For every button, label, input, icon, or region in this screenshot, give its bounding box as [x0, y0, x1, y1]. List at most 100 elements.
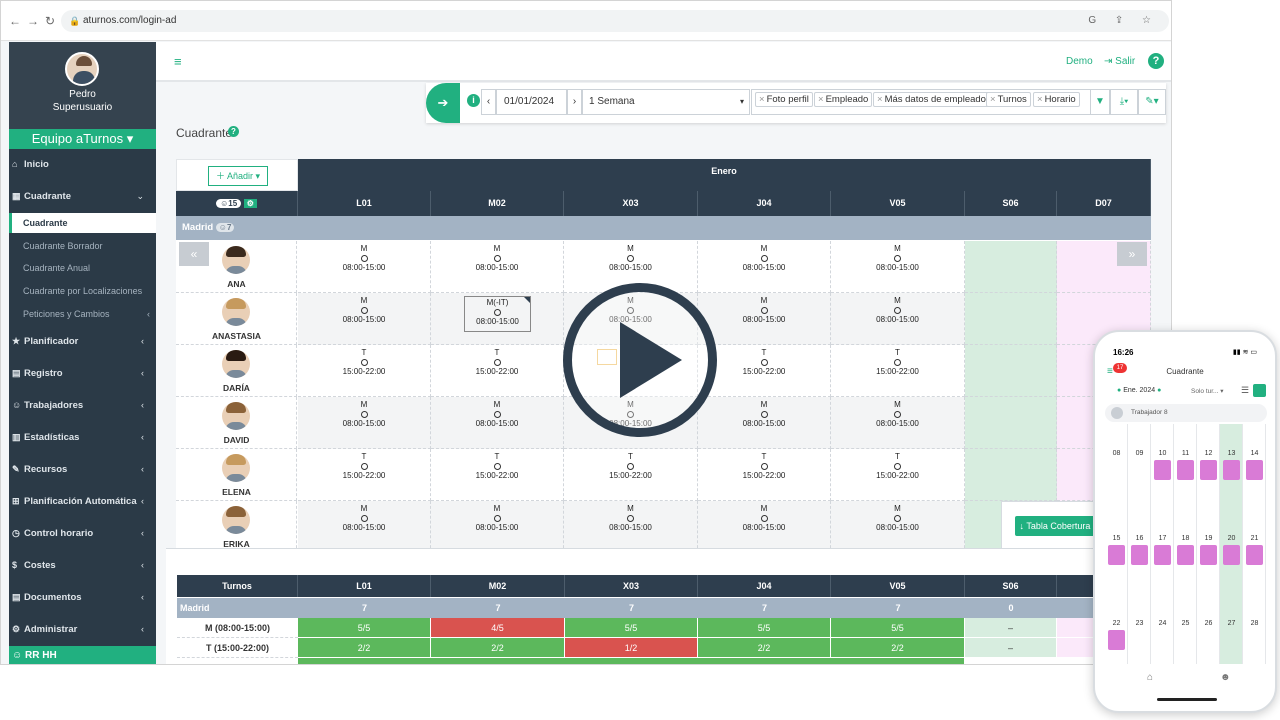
date-input[interactable]: 01/01/2024 — [496, 89, 567, 115]
coverage-cell[interactable]: 4/5 — [431, 618, 565, 638]
calendar-day[interactable]: 13 — [1220, 450, 1243, 457]
tag-foto-perfil[interactable]: × Foto perfil — [755, 92, 813, 107]
employee-cell[interactable]: ANASTASIA — [176, 293, 297, 345]
shift-cell[interactable]: T 15:00-22:00 — [298, 449, 431, 501]
add-button[interactable]: ＋ Añadir ▾ — [208, 166, 268, 186]
edit-button[interactable]: ✎▾ — [1138, 89, 1166, 115]
close-icon[interactable]: × — [877, 94, 883, 105]
shift-cell[interactable]: T 15:00-22:00 — [831, 449, 965, 501]
menu-item-recursos[interactable]: ✎ Recursos ‹ — [9, 459, 156, 479]
shift-event[interactable] — [1200, 460, 1217, 480]
back-icon[interactable]: ← — [9, 14, 21, 28]
shift-cell[interactable] — [965, 293, 1057, 345]
calendar-day[interactable]: 11 — [1174, 450, 1197, 457]
close-icon[interactable]: × — [1037, 94, 1043, 105]
shift-cell[interactable]: M 08:00-15:00 — [431, 501, 564, 549]
coverage-cell[interactable]: 5/5 — [298, 618, 431, 638]
shift-cell[interactable]: M 08:00-15:00 — [298, 293, 431, 345]
go-arrow-button[interactable]: ➔ — [426, 83, 460, 123]
coverage-cell[interactable]: – — [965, 618, 1057, 638]
shift-event[interactable] — [1246, 460, 1263, 480]
calendar-day[interactable]: 09 — [1128, 450, 1151, 457]
shift-cell[interactable]: M 08:00-15:00 — [298, 397, 431, 449]
forward-icon[interactable]: → — [27, 14, 39, 28]
next-week-button[interactable]: » — [1117, 242, 1147, 266]
employee-cell[interactable]: ELENA — [176, 449, 297, 501]
menu-item-trabajadores[interactable]: ☺ Trabajadores ‹ — [9, 395, 156, 415]
calendar-day[interactable]: 14 — [1243, 450, 1266, 457]
reload-icon[interactable]: ↻ — [45, 14, 55, 28]
submenu-item-cuadrante-localizaciones[interactable]: Cuadrante por Localizaciones — [9, 281, 156, 301]
coverage-cell[interactable]: 2/2 — [431, 638, 565, 658]
coverage-cell[interactable]: 5/5 — [831, 618, 965, 638]
shift-cell[interactable]: M 08:00-15:00 — [831, 397, 965, 449]
shift-event[interactable] — [1223, 460, 1240, 480]
calendar-day[interactable]: 23 — [1128, 620, 1151, 627]
play-video-button[interactable] — [563, 283, 717, 437]
coverage-cell[interactable]: 5/5 — [698, 618, 831, 638]
shift-cell[interactable]: M 08:00-15:00 — [431, 241, 564, 293]
calendar-day[interactable]: 21 — [1243, 535, 1266, 542]
calendar-day[interactable]: 24 — [1151, 620, 1174, 627]
employee-cell[interactable]: ERIKA — [176, 501, 297, 549]
calendar-day[interactable]: 25 — [1174, 620, 1197, 627]
hamburger-icon[interactable]: ≡ — [174, 54, 182, 69]
menu-item-cuadrante[interactable]: ▦ Cuadrante ⌄ — [9, 186, 156, 206]
submenu-item-peticiones[interactable]: Peticiones y Cambios ‹ — [9, 304, 156, 324]
coverage-cell[interactable]: – — [965, 638, 1057, 658]
help-icon[interactable]: ? — [228, 126, 239, 137]
calendar-day[interactable]: 10 — [1151, 450, 1174, 457]
home-icon[interactable]: ⌂ — [1147, 672, 1153, 683]
tag-horario[interactable]: × Horario — [1033, 92, 1080, 107]
menu-item-inicio[interactable]: ⌂ Inicio — [9, 154, 156, 174]
shift-event[interactable] — [1108, 630, 1125, 650]
filter-button[interactable]: ▼ — [1090, 89, 1110, 115]
shift-cell[interactable]: M 08:00-15:00 — [298, 241, 431, 293]
shift-cell[interactable]: M 08:00-15:00 — [431, 397, 564, 449]
menu-item-planificador[interactable]: ★ Planificador ‹ — [9, 331, 156, 351]
menu-item-estadisticas[interactable]: ▥ Estadísticas ‹ — [9, 427, 156, 447]
shift-event[interactable] — [1177, 545, 1194, 565]
shift-cell[interactable]: M 08:00-15:00 — [298, 501, 431, 549]
phone-month[interactable]: ● Ene. 2024 ● — [1117, 387, 1161, 394]
shift-event[interactable] — [1154, 545, 1171, 565]
shift-cell[interactable]: M(-IT) 08:00-15:00 — [431, 293, 564, 345]
range-select[interactable]: 1 Semana ▾ — [582, 89, 750, 115]
menu-item-registro[interactable]: ▤ Registro ‹ — [9, 363, 156, 383]
submenu-item-cuadrante[interactable]: Cuadrante — [9, 213, 156, 233]
calendar-day[interactable]: 19 — [1197, 535, 1220, 542]
calendar-day[interactable]: 08 — [1105, 450, 1128, 457]
browser-action-icons[interactable]: G ⇪ ☆ — [1088, 10, 1159, 32]
calendar-day[interactable]: 12 — [1197, 450, 1220, 457]
shift-event[interactable] — [1131, 545, 1148, 565]
grid-view-icon[interactable] — [1253, 384, 1266, 397]
shift-cell[interactable]: M 08:00-15:00 — [698, 397, 831, 449]
menu-item-rrhh[interactable]: ☺ RR HH — [9, 646, 156, 664]
menu-item-planificacion-automatica[interactable]: ⊞ Planificación Automática ‹ — [9, 491, 156, 511]
shift-cell[interactable]: T 15:00-22:00 — [698, 345, 831, 397]
calendar-day[interactable]: 28 — [1243, 620, 1266, 627]
calendar-day[interactable]: 16 — [1128, 535, 1151, 542]
shift-cell[interactable]: M 08:00-15:00 — [564, 501, 698, 549]
logout-button[interactable]: ⇥ Salir — [1104, 56, 1135, 67]
shift-cell[interactable]: M 08:00-15:00 — [698, 501, 831, 549]
menu-item-administrar[interactable]: ⚙ Administrar ‹ — [9, 619, 156, 639]
shift-cell[interactable]: M 08:00-15:00 — [831, 293, 965, 345]
shift-cell[interactable]: M 08:00-15:00 — [698, 293, 831, 345]
shift-cell[interactable]: T 15:00-22:00 — [431, 345, 564, 397]
coverage-cell[interactable]: 2/2 — [831, 638, 965, 658]
close-icon[interactable]: × — [990, 94, 996, 105]
next-date-button[interactable]: › — [567, 89, 582, 115]
user-icon[interactable]: ☻ — [1220, 672, 1231, 683]
download-button[interactable]: ⤓▾ — [1110, 89, 1138, 115]
calendar-day[interactable]: 18 — [1174, 535, 1197, 542]
selected-shift[interactable]: M(-IT) 08:00-15:00 — [464, 296, 531, 332]
calendar-day[interactable]: 17 — [1151, 535, 1174, 542]
list-view-icon[interactable]: ☰ — [1241, 385, 1249, 396]
shift-event[interactable] — [1154, 460, 1171, 480]
phone-filter-select[interactable]: Solo tur... ▾ — [1191, 387, 1224, 395]
shift-cell[interactable]: M 08:00-15:00 — [831, 501, 965, 549]
shift-event[interactable] — [1223, 545, 1240, 565]
menu-item-costes[interactable]: $ Costes ‹ — [9, 555, 156, 575]
calendar-day[interactable]: 26 — [1197, 620, 1220, 627]
